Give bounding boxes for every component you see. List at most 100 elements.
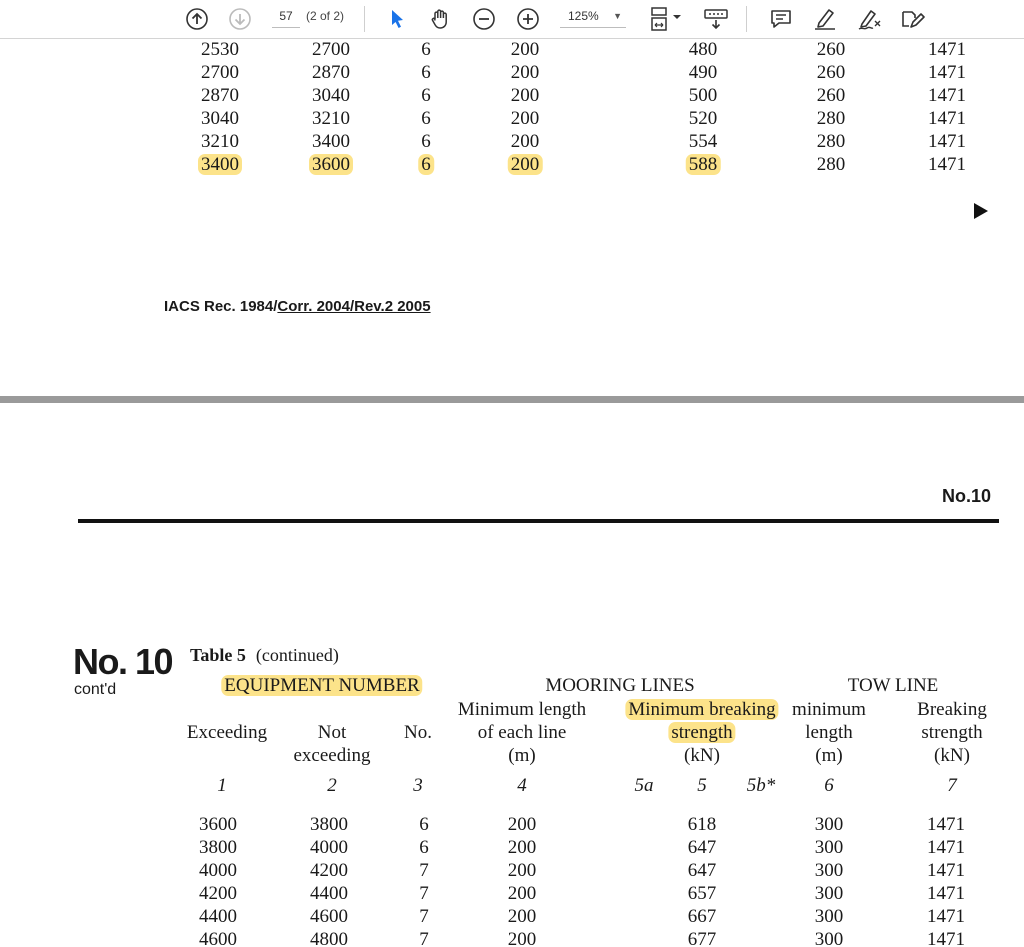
table-cell: 1471 (928, 131, 966, 152)
table-cell: 3800 (310, 814, 348, 835)
header-min-length: Minimum length of each line (m) (457, 699, 587, 766)
table-cell: 3040 (312, 85, 350, 106)
page-separator (0, 396, 1024, 403)
table-cell: 6 (421, 62, 431, 83)
sign-icon[interactable] (898, 4, 926, 34)
table-cell: 280 (816, 131, 846, 152)
table-cell: 200 (507, 837, 537, 858)
column-number: 2 (327, 775, 337, 796)
table-cell: 647 (687, 860, 717, 881)
document-reference: IACS Rec. 1984/Corr. 2004/Rev.2 2005 (164, 298, 431, 315)
table-cell: 2700 (201, 62, 239, 83)
page-number-input[interactable]: 57 (272, 6, 300, 28)
header-mooring-lines: MOORING LINES (545, 675, 695, 696)
prev-page-icon[interactable] (183, 4, 211, 34)
table-cell: 1471 (927, 814, 965, 835)
table-cell: 300 (814, 929, 844, 947)
table-cell: 588 (685, 154, 721, 176)
column-number: 5 (697, 775, 707, 796)
table-cell: 3040 (201, 108, 239, 129)
table-cell: 4200 (310, 860, 348, 881)
page-header-tag: No.10 (942, 486, 992, 506)
chevron-down-icon: ▼ (613, 11, 622, 21)
table-cell: 260 (816, 39, 846, 60)
table-cell: 1471 (927, 906, 965, 927)
hand-tool-icon[interactable] (426, 4, 454, 34)
header-equipment-number: EQUIPMENT NUMBER (221, 674, 423, 697)
table-cell: 2700 (312, 39, 350, 60)
header-rule (78, 519, 999, 523)
table-cell: 520 (688, 108, 718, 129)
select-cursor-icon[interactable] (384, 4, 410, 34)
table-cell: 280 (816, 108, 846, 129)
table-cell: 490 (688, 62, 718, 83)
table-cell: 3600 (309, 154, 353, 176)
table-cell: 200 (507, 883, 537, 904)
table-cell: 7 (419, 883, 429, 904)
table-cell: 2530 (201, 39, 239, 60)
table-cell: 2870 (312, 62, 350, 83)
table-cell: 300 (814, 860, 844, 881)
zoom-out-icon[interactable] (470, 4, 498, 34)
scroll-mode-icon[interactable] (702, 4, 730, 34)
table-cell: 200 (510, 108, 540, 129)
table-cell: 200 (510, 85, 540, 106)
column-number: 3 (413, 775, 423, 796)
table-cell: 200 (507, 906, 537, 927)
table-cell: 657 (687, 883, 717, 904)
table-cell: 1471 (928, 154, 966, 175)
header-exceeding: Exceeding (186, 722, 268, 743)
table-cell: 677 (687, 929, 717, 947)
play-arrow-icon[interactable] (974, 203, 988, 219)
table-cell: 300 (814, 837, 844, 858)
table-cell: 6 (421, 39, 431, 60)
table-cell: 480 (688, 39, 718, 60)
table-cell: 200 (510, 131, 540, 152)
pdf-page-2: No.10 No. 10 cont'd Table 5 (continued) E… (0, 403, 1024, 947)
table-cell: 554 (688, 131, 718, 152)
table-cell: 200 (507, 929, 537, 947)
table-cell: 200 (510, 62, 540, 83)
table-note: (continued) (255, 645, 339, 665)
table-cell: 300 (814, 814, 844, 835)
next-page-icon[interactable] (226, 4, 254, 34)
pdf-page-1: 2530 2700 6 200 480 260 1471 2700 2870 6 200 490 260… (0, 39, 1024, 396)
table-cell: 1471 (927, 883, 965, 904)
table-cell: 1471 (927, 929, 965, 947)
column-number: 1 (217, 775, 227, 796)
table-cell: 200 (510, 39, 540, 60)
table-cell: 4800 (310, 929, 348, 947)
reference-text: IACS Rec. 1984/ (164, 298, 278, 315)
table-cell: 4000 (199, 860, 237, 881)
table-cell: 6 (418, 154, 434, 176)
column-number: 7 (947, 775, 957, 796)
fit-page-icon[interactable] (646, 4, 686, 34)
table-cell: 3210 (312, 108, 350, 129)
reference-revision-link[interactable]: Corr. 2004/Rev.2 2005 (277, 298, 430, 315)
toolbar-divider (746, 6, 747, 32)
table-cell: 3210 (201, 131, 239, 152)
table-cell: 260 (816, 62, 846, 83)
column-number: 6 (824, 775, 834, 796)
table-cell: 4000 (310, 837, 348, 858)
comment-icon[interactable] (767, 4, 795, 34)
table-cell: 3600 (199, 814, 237, 835)
pdf-toolbar: 57 (2 of 2) 125% ▼ (0, 0, 1024, 39)
table-cell: 280 (816, 154, 846, 175)
highlight-icon[interactable] (811, 4, 839, 34)
table-cell: 200 (507, 814, 537, 835)
table-cell: 4600 (310, 906, 348, 927)
table-cell: 7 (419, 906, 429, 927)
table-cell: 260 (816, 85, 846, 106)
column-number: 4 (517, 775, 527, 796)
zoom-in-icon[interactable] (514, 4, 542, 34)
header-tow-line: TOW LINE (847, 675, 939, 696)
table-cell: 4600 (199, 929, 237, 947)
table-cell: 500 (688, 85, 718, 106)
table-cell: 200 (507, 860, 537, 881)
draw-icon[interactable] (855, 4, 883, 34)
section-number: No. 10 (73, 641, 174, 682)
zoom-select[interactable]: 125% ▼ (560, 6, 626, 28)
column-number: 5a (634, 775, 654, 796)
header-min-breaking-strength: Minimum breaking strength (kN) (625, 698, 779, 767)
